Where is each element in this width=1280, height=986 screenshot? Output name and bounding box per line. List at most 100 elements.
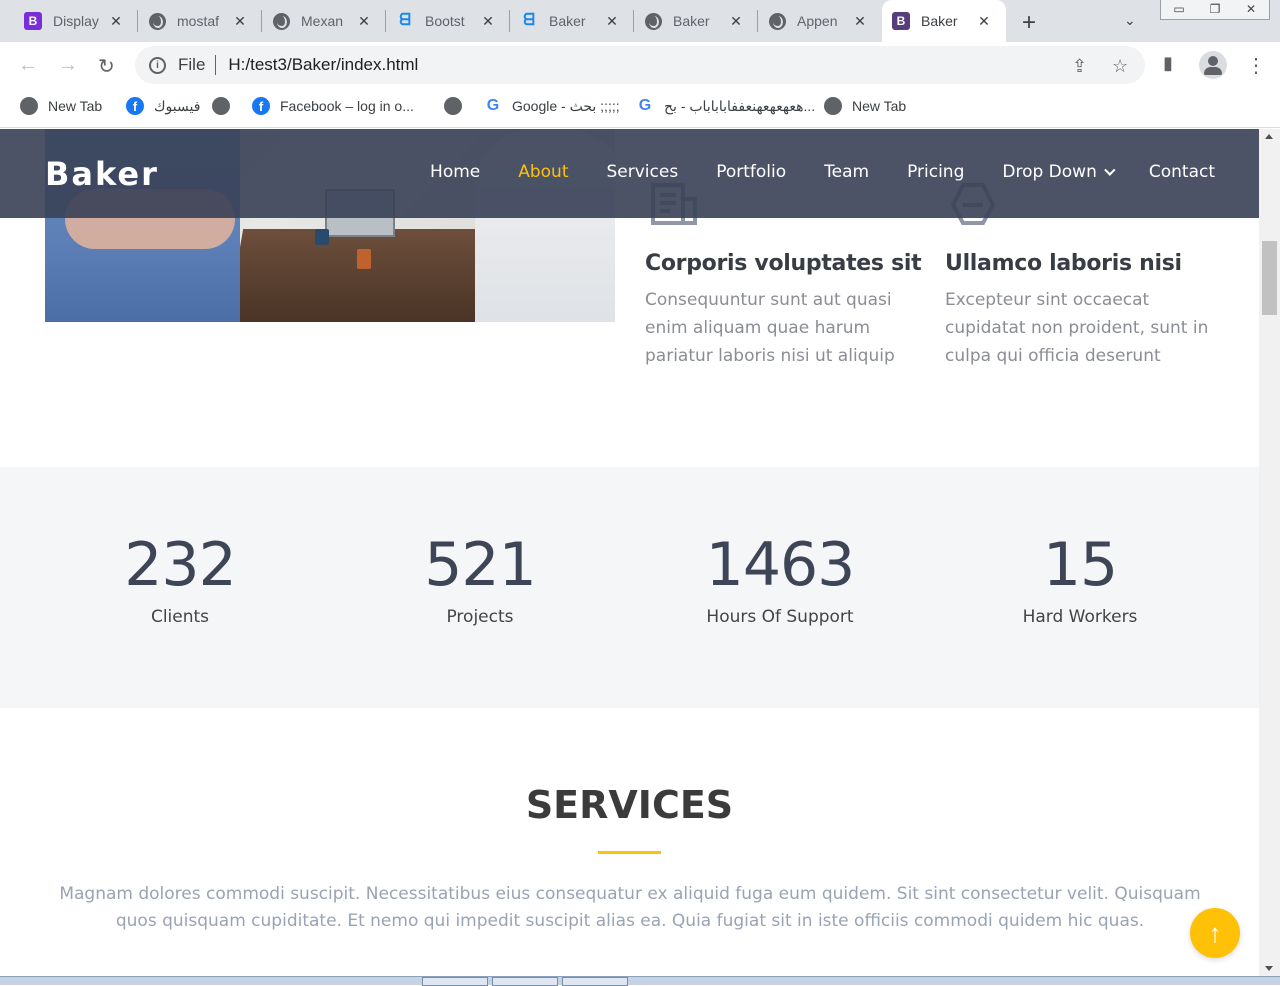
bootstrap-studio-icon: ᗺ: [399, 12, 411, 29]
browser-tab[interactable]: Mexan ✕: [262, 0, 386, 42]
reload-icon[interactable]: ↻: [98, 54, 115, 79]
page-scrollbar[interactable]: [1259, 129, 1280, 976]
bookmark-item[interactable]: New Tab: [824, 97, 906, 115]
page-viewport: Corporis voluptates sit Consequuntur sun…: [0, 129, 1259, 976]
google-icon: G: [636, 97, 654, 115]
tab-title: Baker: [549, 13, 586, 29]
tab-title: Appen: [797, 13, 838, 29]
count-value: 1463: [705, 530, 856, 600]
browser-tab[interactable]: Baker ✕: [634, 0, 758, 42]
bookmark-label: New Tab: [852, 98, 907, 114]
close-icon[interactable]: ✕: [853, 13, 867, 30]
counts-section: 232 Clients 521 Projects 1463 Hours Of S…: [0, 467, 1259, 708]
tab-title: mostaf: [177, 13, 220, 29]
browser-tab[interactable]: Appen ✕: [758, 0, 882, 42]
bookmark-item[interactable]: [212, 97, 240, 115]
browser-tab[interactable]: ᗺ Baker ✕: [510, 0, 634, 42]
nav-team[interactable]: Team: [824, 162, 869, 182]
count-label: Hard Workers: [1022, 607, 1138, 627]
close-icon[interactable]: ✕: [729, 13, 743, 30]
nav-pricing[interactable]: Pricing: [907, 162, 964, 182]
browser-tab[interactable]: ᗺ Bootst ✕: [386, 0, 510, 42]
bookmark-item[interactable]: [444, 97, 472, 115]
count-item: 1463 Hours Of Support: [630, 529, 930, 627]
scroll-down-icon[interactable]: [1265, 966, 1273, 971]
back-to-top-button[interactable]: ↑: [1190, 908, 1240, 958]
close-icon[interactable]: ✕: [109, 13, 123, 30]
count-item: 232 Clients: [30, 529, 330, 627]
bookmark-label: New Tab: [48, 98, 103, 114]
bookmark-item[interactable]: G Google - بحث ;;;;;: [484, 97, 620, 115]
nav-contact[interactable]: Contact: [1149, 162, 1215, 182]
feature-text: Consequuntur sunt aut quasi enim aliquam…: [645, 290, 895, 366]
count-item: 521 Projects: [330, 529, 630, 627]
arrow-up-icon: ↑: [1208, 917, 1222, 948]
bookmark-item[interactable]: G هعهعهعهنعففاباباباب - بح...: [636, 97, 815, 115]
back-icon[interactable]: ←: [18, 54, 38, 77]
menu-icon[interactable]: ⋮: [1246, 53, 1266, 78]
services-description: Magnam dolores commodi suscipit. Necessi…: [59, 884, 1201, 931]
globe-icon: [272, 12, 290, 30]
scroll-up-icon[interactable]: [1265, 134, 1273, 139]
close-icon[interactable]: ✕: [357, 13, 371, 30]
facebook-icon: f: [126, 97, 144, 115]
share-icon[interactable]: ⇪: [1072, 56, 1087, 77]
info-icon[interactable]: i: [149, 56, 166, 74]
feature-title: Corporis voluptates sit: [645, 251, 922, 276]
site-logo[interactable]: Baker: [45, 155, 159, 193]
star-icon[interactable]: ☆: [1112, 56, 1128, 77]
count-label: Hours Of Support: [706, 607, 854, 627]
count-item: 15 Hard Workers: [930, 529, 1230, 627]
tab-title: Baker: [673, 13, 710, 29]
side-panel-icon[interactable]: ▮: [1163, 53, 1173, 74]
close-icon[interactable]: ✕: [605, 13, 619, 30]
services-title: SERVICES: [525, 783, 734, 827]
address-bar[interactable]: i File H:/test3/Baker/index.html ⇪ ☆: [135, 46, 1145, 84]
browser-tab-active[interactable]: B Baker ✕: [882, 0, 1006, 42]
bookmark-label: هعهعهعهنعففاباباباب - بح...: [664, 97, 816, 114]
chevron-down-icon[interactable]: ⌄: [1124, 12, 1136, 29]
tab-title: Baker: [921, 13, 958, 29]
forward-icon[interactable]: →: [58, 54, 78, 77]
nav-portfolio[interactable]: Portfolio: [716, 162, 786, 182]
facebook-icon: f: [252, 97, 270, 115]
restore-button[interactable]: ❐: [1197, 0, 1233, 19]
bootstrap-icon: B: [24, 12, 42, 30]
browser-tab[interactable]: mostaf ✕: [138, 0, 262, 42]
google-icon: G: [484, 97, 502, 115]
chevron-down-icon: [1104, 164, 1116, 176]
site-header: Baker Home About Services Portfolio Team…: [0, 129, 1259, 218]
bookmarks-bar: New Tab f فيسبوك f Facebook – log in o..…: [0, 88, 1280, 128]
main-nav: Home About Services Portfolio Team Prici…: [430, 162, 1215, 182]
globe-icon: [824, 97, 842, 115]
nav-services[interactable]: Services: [607, 162, 679, 182]
count-label: Projects: [446, 607, 514, 627]
bookmark-item[interactable]: f فيسبوك: [126, 97, 200, 115]
close-icon[interactable]: ✕: [977, 13, 991, 30]
profile-avatar[interactable]: [1199, 51, 1227, 79]
tab-title: Display: [53, 13, 99, 29]
nav-dropdown-label: Drop Down: [1002, 162, 1097, 182]
toolbar: ← → ↻ i File H:/test3/Baker/index.html ⇪…: [0, 42, 1280, 88]
close-window-button[interactable]: ✕: [1233, 0, 1269, 19]
minimize-button[interactable]: ▭: [1161, 0, 1197, 19]
close-icon[interactable]: ✕: [233, 13, 247, 30]
window-controls: ▭ ❐ ✕: [1160, 0, 1270, 20]
bookmark-label: Facebook – log in o...: [280, 98, 414, 114]
browser-tab[interactable]: B Display ✕: [14, 0, 138, 42]
bookmark-item[interactable]: f Facebook – log in o...: [252, 97, 414, 115]
bookmark-item[interactable]: New Tab: [20, 97, 102, 115]
feature-text: Excepteur sint occaecat cupidatat non pr…: [945, 290, 1209, 366]
globe-icon: [212, 97, 230, 115]
url-text[interactable]: H:/test3/Baker/index.html: [228, 55, 418, 75]
nav-about[interactable]: About: [518, 162, 568, 182]
bookmark-label: Google - بحث ;;;;;: [512, 97, 620, 114]
globe-icon: [148, 12, 166, 30]
scrollbar-thumb[interactable]: [1262, 241, 1277, 315]
new-tab-button[interactable]: +: [1022, 9, 1036, 37]
feature-title: Ullamco laboris nisi: [945, 251, 1182, 276]
close-icon[interactable]: ✕: [481, 13, 495, 30]
title-underline: [598, 851, 661, 854]
nav-home[interactable]: Home: [430, 162, 480, 182]
nav-dropdown[interactable]: Drop Down: [1002, 162, 1116, 182]
